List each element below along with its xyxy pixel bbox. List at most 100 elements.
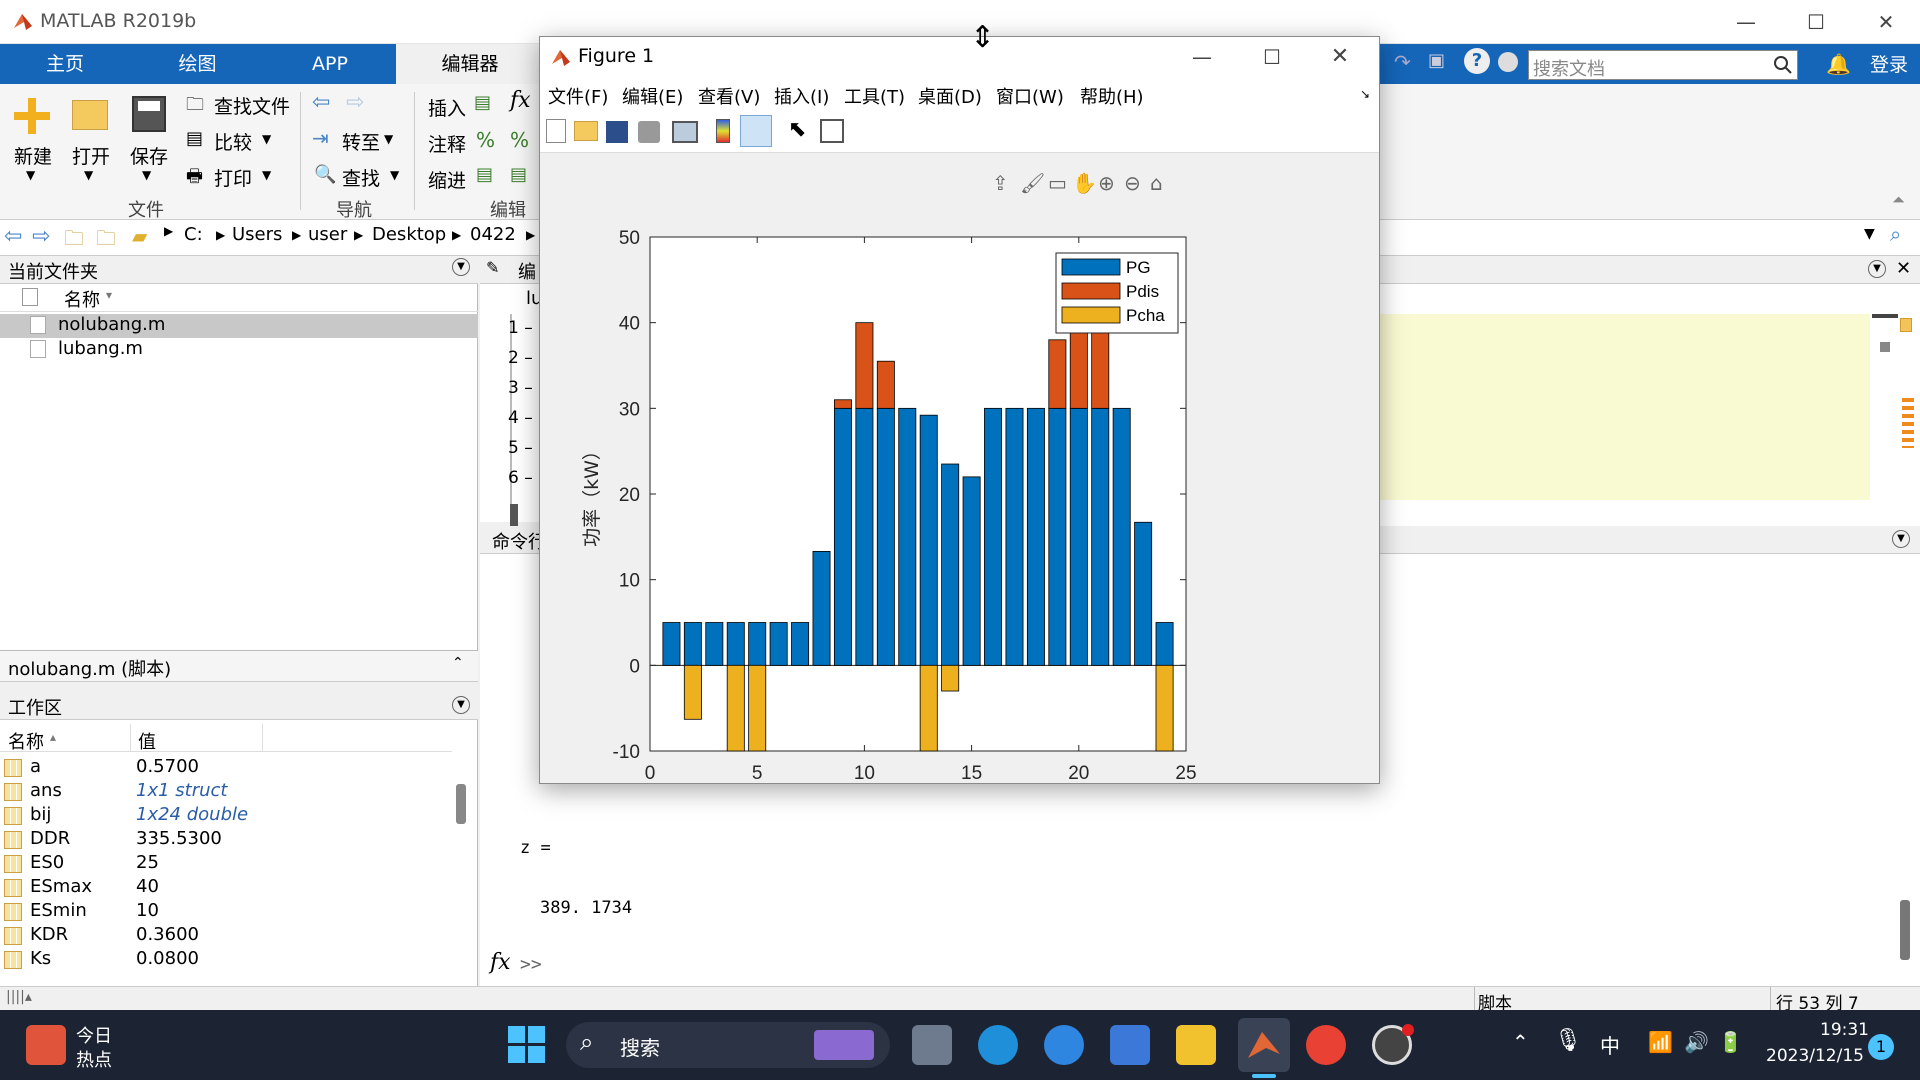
- fx-icon[interactable]: fx: [490, 950, 511, 975]
- taskbar-search[interactable]: ⌕ 搜索: [566, 1022, 890, 1068]
- datatip-icon[interactable]: ▭: [1048, 171, 1067, 195]
- home-icon[interactable]: ⌂: [1150, 171, 1163, 195]
- legend-icon[interactable]: [740, 115, 772, 147]
- notification-badge[interactable]: 1: [1868, 1034, 1894, 1060]
- chevron-up-icon[interactable]: ⌃: [1512, 1030, 1529, 1054]
- panel-menu-icon[interactable]: ▼: [452, 696, 470, 714]
- percent-icon[interactable]: %: [476, 128, 495, 152]
- save-button[interactable]: 保存: [130, 142, 168, 169]
- menu-edit[interactable]: 编辑(E): [622, 83, 683, 109]
- tab-home[interactable]: 主页: [10, 44, 120, 84]
- ws-value-header[interactable]: 值: [138, 728, 156, 754]
- figure-close-button[interactable]: ✕: [1320, 43, 1360, 71]
- layout-icon[interactable]: ▣: [1428, 50, 1445, 71]
- list-item[interactable]: lubang.m: [0, 338, 478, 362]
- print-button[interactable]: 打印: [214, 164, 252, 191]
- open-file-icon[interactable]: [574, 121, 598, 141]
- search-folder-icon[interactable]: ⌕: [1890, 222, 1901, 246]
- menu-help[interactable]: 帮助(H): [1080, 83, 1144, 109]
- close-button[interactable]: ✕: [1866, 8, 1906, 36]
- breadcrumb-item[interactable]: user: [308, 224, 347, 245]
- tab-plots[interactable]: 绘图: [140, 44, 255, 84]
- breadcrumb-item[interactable]: Desktop: [372, 224, 446, 245]
- news-subtitle[interactable]: 热点: [76, 1046, 112, 1072]
- pointer-icon[interactable]: ⬉: [788, 117, 806, 142]
- menu-tools[interactable]: 工具(T): [844, 83, 905, 109]
- panel-menu-icon[interactable]: ▼: [452, 258, 470, 276]
- table-row[interactable]: ESmax 40: [0, 876, 452, 900]
- chevron-down-icon[interactable]: ▼: [390, 168, 399, 182]
- redo-icon[interactable]: ↷: [1394, 50, 1411, 74]
- table-row[interactable]: KDR 0.3600: [0, 924, 452, 948]
- brush-icon[interactable]: 🖌: [1020, 171, 1045, 195]
- breadcrumb-item[interactable]: C:: [184, 224, 203, 245]
- back-arrow-icon[interactable]: ⇦: [312, 90, 330, 115]
- forward-arrow-icon[interactable]: ⇨: [346, 90, 364, 115]
- maximize-button[interactable]: ☐: [1796, 8, 1836, 36]
- close-icon[interactable]: ✕: [1896, 258, 1911, 279]
- scrollbar-thumb[interactable]: [456, 784, 466, 824]
- table-row[interactable]: DDR 335.5300: [0, 828, 452, 852]
- compare-button[interactable]: 比较: [214, 128, 252, 155]
- help-icon[interactable]: ?: [1464, 48, 1490, 74]
- file-explorer-icon[interactable]: [1176, 1025, 1216, 1065]
- property-editor-icon[interactable]: [820, 119, 844, 143]
- indent-button[interactable]: 缩进: [428, 166, 466, 193]
- chevron-down-icon[interactable]: ▼: [142, 168, 151, 182]
- open-button[interactable]: 打开: [72, 142, 110, 169]
- search-docs-box[interactable]: 搜索文档: [1528, 50, 1798, 80]
- login-link[interactable]: 登录: [1870, 50, 1908, 77]
- find-button[interactable]: 查找: [342, 164, 380, 191]
- export-icon[interactable]: ⇪: [992, 171, 1009, 195]
- chevron-down-icon[interactable]: ▼: [262, 132, 271, 146]
- comment-button[interactable]: 注释: [428, 130, 466, 157]
- new-figure-icon[interactable]: [546, 119, 566, 143]
- new-button[interactable]: 新建: [14, 142, 52, 169]
- scrollbar-thumb[interactable]: [510, 504, 518, 526]
- edge-icon[interactable]: [978, 1025, 1018, 1065]
- tab-editor[interactable]: 编辑器: [396, 44, 544, 84]
- fx-icon[interactable]: fx: [510, 88, 531, 113]
- news-title[interactable]: 今日: [76, 1022, 112, 1048]
- find-files-button[interactable]: 查找文件: [214, 92, 290, 119]
- menu-file[interactable]: 文件(F): [548, 83, 608, 109]
- matlab-taskbar-icon[interactable]: [1238, 1018, 1290, 1072]
- browse-folder-icon[interactable]: 🗀: [96, 224, 116, 258]
- battery-icon[interactable]: 🔋: [1718, 1030, 1743, 1054]
- goto-button[interactable]: 转至: [342, 128, 380, 155]
- settings-icon[interactable]: [1498, 52, 1518, 72]
- news-widget-icon[interactable]: [26, 1025, 66, 1065]
- task-view-icon[interactable]: [912, 1025, 952, 1065]
- chevron-down-icon[interactable]: ▼: [262, 168, 271, 182]
- chevron-up-icon[interactable]: ⌃: [452, 655, 464, 671]
- back-icon[interactable]: ⇦: [4, 224, 22, 249]
- dock-arrow-icon[interactable]: ↘: [1360, 87, 1370, 101]
- zoom-out-icon[interactable]: ⊖: [1124, 171, 1141, 195]
- chevron-down-icon[interactable]: ▼: [384, 132, 393, 146]
- breadcrumb-item[interactable]: Users: [232, 224, 282, 245]
- print-figure-icon[interactable]: [638, 121, 660, 143]
- collapse-ribbon-icon[interactable]: ⏶: [1892, 190, 1905, 210]
- panel-menu-icon[interactable]: ▼: [1892, 530, 1910, 548]
- table-row[interactable]: ans 1x1 struct: [0, 780, 452, 804]
- forward-icon[interactable]: ⇨: [32, 224, 50, 249]
- bell-icon[interactable]: 🔔: [1826, 52, 1851, 76]
- clock-time[interactable]: 19:31: [1820, 1020, 1869, 1040]
- messenger-icon[interactable]: [1044, 1025, 1084, 1065]
- figure-minimize-button[interactable]: —: [1182, 43, 1222, 71]
- feishu-icon[interactable]: [1110, 1025, 1150, 1065]
- volume-icon[interactable]: 🔊: [1684, 1030, 1709, 1054]
- code-area[interactable]: [1380, 314, 1870, 500]
- table-row[interactable]: a 0.5700: [0, 756, 452, 780]
- minimize-button[interactable]: —: [1726, 8, 1766, 36]
- chevron-down-icon[interactable]: ▼: [26, 168, 35, 182]
- pan-icon[interactable]: ✋: [1072, 171, 1097, 195]
- folder-open-icon[interactable]: [72, 100, 108, 130]
- table-row[interactable]: ESmin 10: [0, 900, 452, 924]
- scrollbar-thumb[interactable]: [1900, 900, 1910, 960]
- name-column-header[interactable]: 名称: [64, 286, 100, 312]
- microphone-icon[interactable]: 🎙: [1554, 1028, 1582, 1053]
- command-prompt[interactable]: >>: [520, 954, 542, 975]
- tab-apps[interactable]: APP: [270, 44, 390, 84]
- ws-name-header[interactable]: 名称: [8, 728, 44, 754]
